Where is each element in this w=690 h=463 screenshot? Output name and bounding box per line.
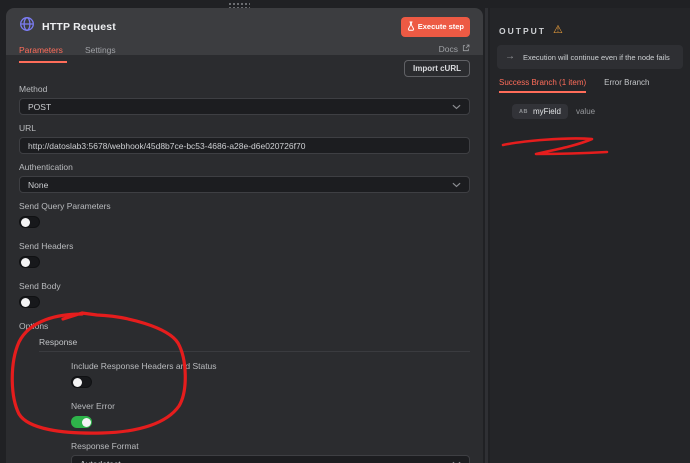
method-field: Method POST bbox=[19, 84, 470, 115]
response-format-field: Response Format Autodetect bbox=[71, 441, 470, 463]
tab-settings[interactable]: Settings bbox=[85, 45, 116, 63]
execute-step-button[interactable]: Execute step bbox=[400, 16, 470, 37]
send-body-label: Send Body bbox=[19, 281, 61, 291]
tab-error-branch[interactable]: Error Branch bbox=[604, 78, 649, 93]
chevron-down-icon bbox=[452, 459, 461, 463]
node-title: HTTP Request bbox=[42, 20, 116, 33]
url-field: URL http://datoslab3:5678/webhook/45d8b7… bbox=[19, 123, 470, 154]
authentication-label: Authentication bbox=[19, 162, 73, 172]
authentication-select[interactable]: None bbox=[19, 176, 470, 193]
never-error-field: Never Error bbox=[71, 401, 470, 428]
send-body-field: Send Body bbox=[19, 281, 470, 308]
send-query-parameters-label: Send Query Parameters bbox=[19, 201, 111, 211]
string-type-icon: AB bbox=[519, 108, 528, 115]
globe-icon bbox=[19, 16, 35, 37]
options-label: Options bbox=[19, 321, 49, 331]
output-panel: OUTPUT ⚠ → Execution will continue even … bbox=[490, 8, 690, 463]
send-query-parameters-field: Send Query Parameters bbox=[19, 201, 470, 228]
tab-parameters[interactable]: Parameters bbox=[19, 45, 67, 63]
response-group-title: Response bbox=[39, 337, 78, 347]
never-error-toggle[interactable] bbox=[71, 416, 92, 428]
node-header: HTTP Request Execute step Parameters Set… bbox=[6, 8, 483, 63]
include-response-headers-label: Include Response Headers and Status bbox=[71, 361, 217, 371]
url-input[interactable]: http://datoslab3:5678/webhook/45d8b7ce-b… bbox=[19, 137, 470, 154]
include-response-headers-toggle[interactable] bbox=[71, 376, 92, 388]
node-details-panel: HTTP Request Execute step Parameters Set… bbox=[6, 8, 483, 463]
notice-text: Execution will continue even if the node… bbox=[523, 52, 670, 62]
include-response-headers-field: Include Response Headers and Status bbox=[71, 361, 470, 388]
schema-field-value: value bbox=[575, 107, 596, 116]
send-query-parameters-toggle[interactable] bbox=[19, 216, 40, 228]
send-headers-field: Send Headers bbox=[19, 241, 470, 268]
chevron-down-icon bbox=[452, 102, 461, 112]
send-headers-label: Send Headers bbox=[19, 241, 74, 251]
execute-step-label: Execute step bbox=[417, 22, 464, 31]
authentication-value: None bbox=[28, 179, 49, 190]
response-format-value: Autodetect bbox=[80, 459, 121, 463]
method-label: Method bbox=[19, 84, 48, 94]
parameters-body: Import cURL Method POST URL http://datos… bbox=[6, 55, 483, 463]
external-link-icon bbox=[462, 44, 470, 54]
never-error-label: Never Error bbox=[71, 401, 115, 411]
docs-link[interactable]: Docs bbox=[439, 44, 470, 63]
panel-resize-divider[interactable] bbox=[485, 8, 488, 463]
authentication-field: Authentication None bbox=[19, 162, 470, 193]
url-value: http://datoslab3:5678/webhook/45d8b7ce-b… bbox=[28, 140, 306, 151]
flask-icon bbox=[407, 21, 415, 33]
warning-triangle-icon: ⚠ bbox=[552, 24, 563, 36]
send-headers-toggle[interactable] bbox=[19, 256, 40, 268]
arrow-right-icon: → bbox=[505, 51, 515, 62]
tab-success-branch[interactable]: Success Branch (1 item) bbox=[499, 78, 587, 93]
schema-field-name: myField bbox=[532, 107, 561, 116]
response-format-select[interactable]: Autodetect bbox=[71, 455, 470, 463]
chevron-down-icon bbox=[452, 180, 461, 190]
response-options-group: Response Include Response Headers and St… bbox=[39, 337, 470, 463]
schema-row: AB myField value bbox=[512, 104, 683, 119]
docs-label: Docs bbox=[438, 44, 458, 54]
response-format-label: Response Format bbox=[71, 441, 139, 451]
schema-field-pill[interactable]: AB myField bbox=[512, 104, 568, 119]
continue-on-fail-notice: → Execution will continue even if the no… bbox=[497, 45, 683, 69]
output-title: OUTPUT bbox=[499, 25, 546, 36]
node-tabs: Parameters Settings Docs bbox=[19, 44, 470, 63]
response-group-divider bbox=[39, 351, 470, 352]
url-label: URL bbox=[19, 123, 37, 133]
send-body-toggle[interactable] bbox=[19, 296, 40, 308]
output-branch-tabs: Success Branch (1 item) Error Branch bbox=[497, 78, 683, 93]
method-value: POST bbox=[28, 101, 52, 112]
method-select[interactable]: POST bbox=[19, 98, 470, 115]
